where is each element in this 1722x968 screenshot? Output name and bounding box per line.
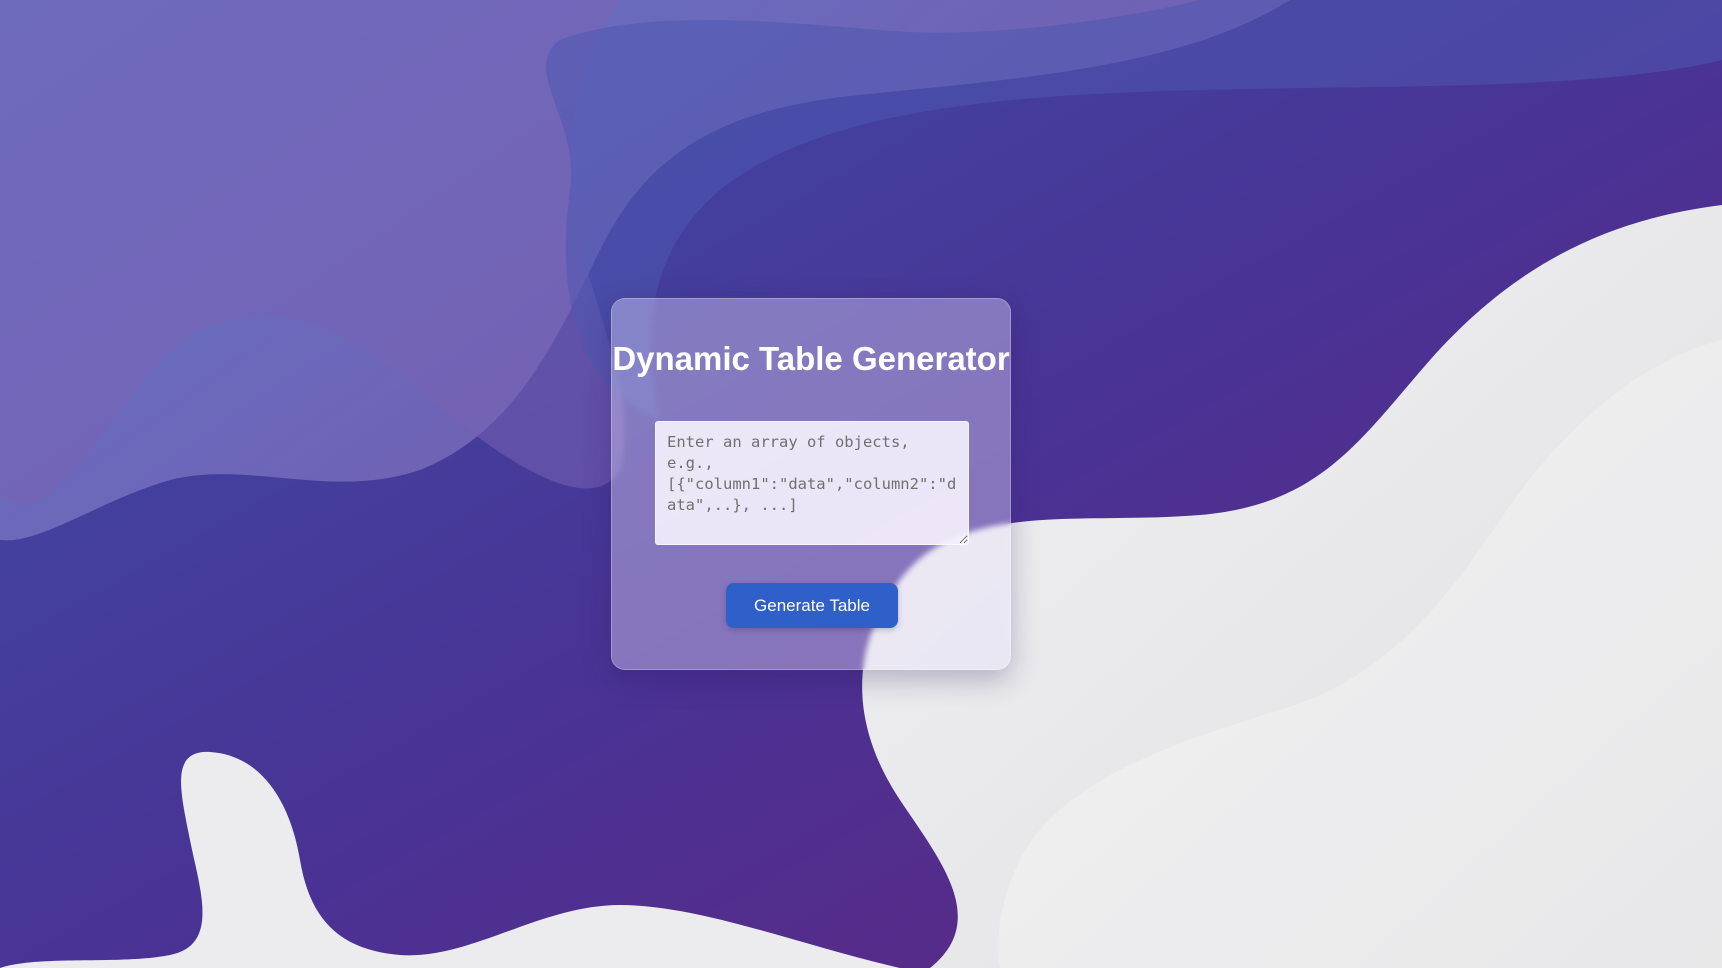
generator-card: Dynamic Table Generator Generate Table	[611, 298, 1011, 670]
json-input-textarea[interactable]	[655, 421, 969, 545]
generate-table-button[interactable]: Generate Table	[726, 583, 898, 628]
page-title: Dynamic Table Generator	[612, 340, 1010, 377]
